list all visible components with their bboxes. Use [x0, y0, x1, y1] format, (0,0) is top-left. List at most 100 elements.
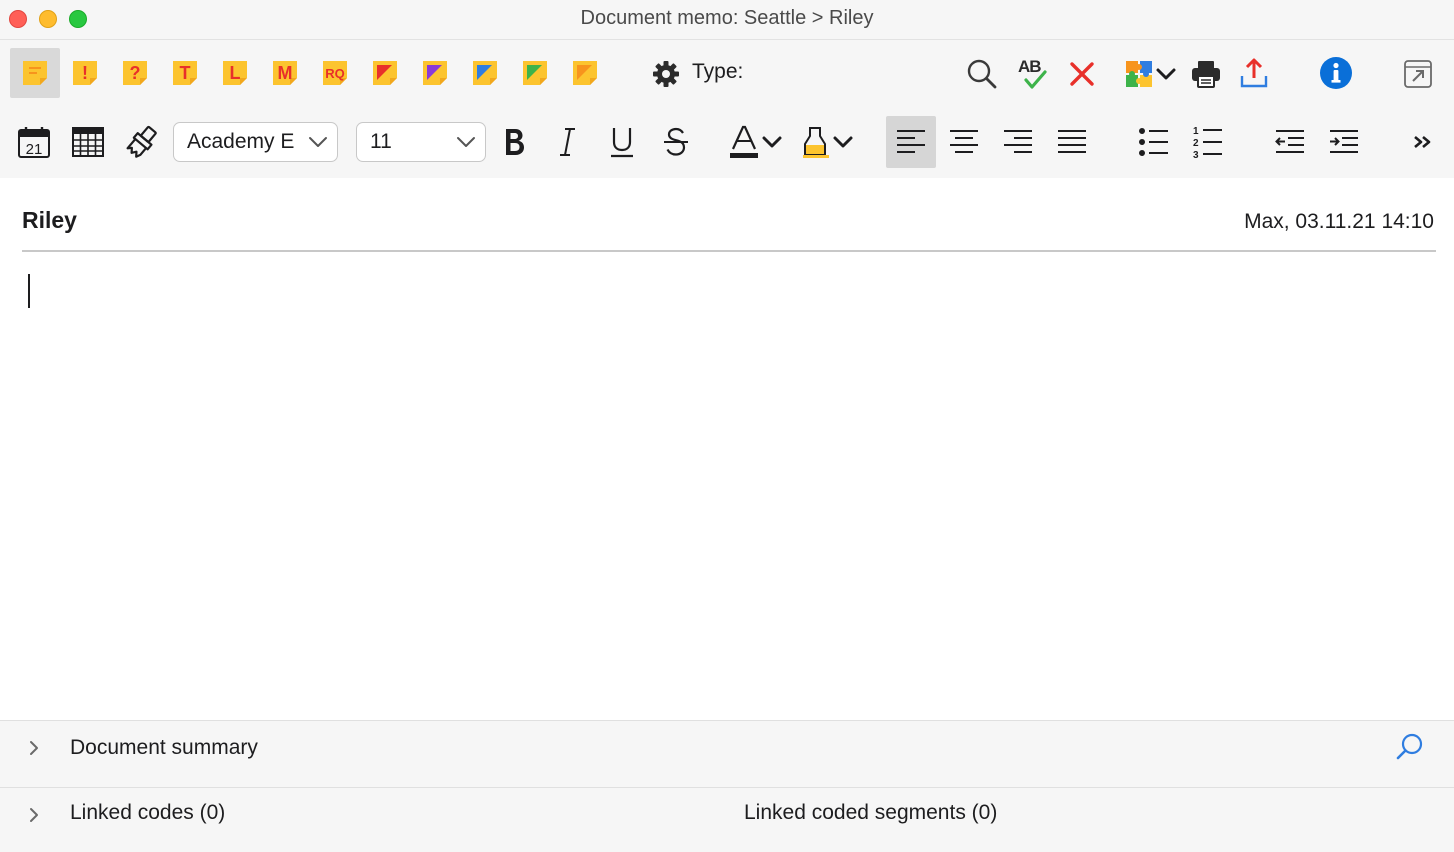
window-title: Document memo: Seattle > Riley [580, 7, 874, 29]
search-icon [967, 59, 997, 89]
bold-button[interactable] [494, 116, 534, 168]
text-color-dropdown-button[interactable] [720, 116, 790, 168]
chevron-down-icon [457, 137, 475, 147]
export-button[interactable] [1234, 52, 1274, 94]
memo-t-icon: T [173, 61, 197, 85]
align-right-icon [1004, 130, 1032, 153]
memo-green-corner-icon [523, 61, 547, 85]
memo-type-button-5[interactable]: L [210, 48, 260, 98]
insert-table-button[interactable] [68, 116, 108, 168]
linked-codes-label[interactable]: Linked codes (0) [70, 801, 225, 825]
memo-question-label: ? [130, 63, 141, 83]
disclosure-chevron-right-icon[interactable] [26, 806, 42, 824]
decrease-indent-button[interactable] [1270, 116, 1310, 168]
increase-indent-button[interactable] [1324, 116, 1364, 168]
insert-date-button[interactable]: 21 [14, 116, 54, 168]
align-left-button[interactable] [886, 116, 936, 168]
svg-text:2: 2 [1193, 138, 1199, 149]
font-size-select[interactable]: 11 [356, 122, 486, 162]
memo-t-label: T [180, 63, 191, 83]
strikethrough-icon [664, 127, 688, 156]
chevron-down-icon [1156, 68, 1176, 80]
more-toolbar-items-button[interactable] [1408, 116, 1438, 168]
memo-header: Riley Max, 03.11.21 14:10 [22, 178, 1436, 252]
type-settings-button[interactable] [648, 56, 684, 92]
memo-text-editor[interactable] [22, 254, 1436, 718]
search-link-icon[interactable] [1394, 731, 1426, 763]
memo-type-button-6[interactable]: M [260, 48, 310, 98]
bulleted-list-button[interactable] [1134, 116, 1174, 168]
info-icon [1320, 57, 1352, 89]
align-center-button[interactable] [944, 116, 984, 168]
puzzle-icon [1126, 61, 1152, 87]
memo-type-button-8[interactable] [360, 48, 410, 98]
memo-type-button-11[interactable] [510, 48, 560, 98]
memo-type-button-1[interactable] [10, 48, 60, 98]
double-chevron-right-icon [1414, 136, 1431, 148]
align-left-icon [897, 130, 925, 153]
format-painter-button[interactable] [122, 116, 162, 168]
strikethrough-button[interactable] [656, 116, 696, 168]
memo-m-icon: M [273, 61, 297, 85]
bulleted-list-icon [1139, 128, 1168, 156]
font-size-value: 11 [370, 130, 392, 153]
gear-icon [653, 61, 679, 87]
print-button[interactable] [1186, 54, 1226, 94]
memo-m-label: M [278, 63, 293, 83]
toolbar: !? T L M RQ Type: AB 21 Academy E 11 1 2… [0, 40, 1454, 178]
align-right-button[interactable] [998, 116, 1038, 168]
memo-type-button-7[interactable]: RQ [310, 48, 360, 98]
calendar-icon: 21 [18, 127, 50, 158]
chevron-down-icon [833, 136, 853, 148]
memo-exclamation-label: ! [82, 63, 88, 83]
memo-type-button-3[interactable]: ? [110, 48, 160, 98]
linked-coded-segments-label[interactable]: Linked coded segments (0) [744, 801, 997, 825]
numbered-list-button[interactable]: 123 [1188, 116, 1228, 168]
document-summary-label[interactable]: Document summary [70, 736, 258, 760]
memo-exclamation-icon: ! [73, 61, 97, 85]
underline-button[interactable] [602, 116, 642, 168]
memo-blue-corner-icon [473, 61, 497, 85]
font-family-select[interactable]: Academy E [173, 122, 338, 162]
align-center-icon [950, 130, 978, 153]
spellcheck-button[interactable]: AB [1012, 52, 1052, 94]
open-in-window-button[interactable] [1398, 54, 1438, 94]
italic-button[interactable] [548, 116, 588, 168]
outdent-icon [1275, 130, 1304, 153]
memo-type-button-12[interactable] [560, 48, 610, 98]
document-summary-panel: Document summary [0, 720, 1454, 787]
memo-rq-label: RQ [325, 66, 345, 81]
memo-type-button-2[interactable]: ! [60, 48, 110, 98]
memo-type-button-9[interactable] [410, 48, 460, 98]
chevron-down-icon [309, 137, 327, 147]
svg-text:21: 21 [26, 141, 43, 158]
highlighter-icon [803, 127, 829, 158]
spellcheck-icon: AB [1015, 55, 1049, 91]
highlight-color-dropdown-button[interactable] [796, 116, 858, 168]
svg-text:1: 1 [1193, 126, 1199, 137]
memo-orange-corner-icon [573, 61, 597, 85]
printer-icon [1192, 61, 1220, 88]
delete-memo-button[interactable] [1062, 54, 1102, 94]
bold-icon [506, 129, 524, 155]
text-color-icon [730, 125, 758, 158]
delete-x-icon [1070, 62, 1094, 86]
memo-l-icon: L [223, 61, 247, 85]
export-icon [1240, 58, 1268, 88]
memo-rq-icon: RQ [323, 61, 347, 85]
justify-button[interactable] [1052, 116, 1092, 168]
link-codes-dropdown-button[interactable] [1118, 54, 1182, 94]
memo-type-button-10[interactable] [460, 48, 510, 98]
memo-type-button-4[interactable]: T [160, 48, 210, 98]
text-caret [28, 274, 30, 308]
search-button[interactable] [962, 54, 1002, 94]
info-button[interactable] [1316, 52, 1356, 94]
title-bar: Document memo: Seattle > Riley [0, 0, 1454, 40]
external-window-icon [1404, 60, 1432, 88]
table-icon [72, 127, 104, 157]
align-justify-icon [1058, 130, 1086, 153]
linked-codes-panel: Linked codes (0) Linked coded segments (… [0, 787, 1454, 852]
document-name: Riley [22, 207, 77, 233]
memo-red-corner-icon [373, 61, 397, 85]
disclosure-chevron-right-icon[interactable] [26, 739, 42, 757]
